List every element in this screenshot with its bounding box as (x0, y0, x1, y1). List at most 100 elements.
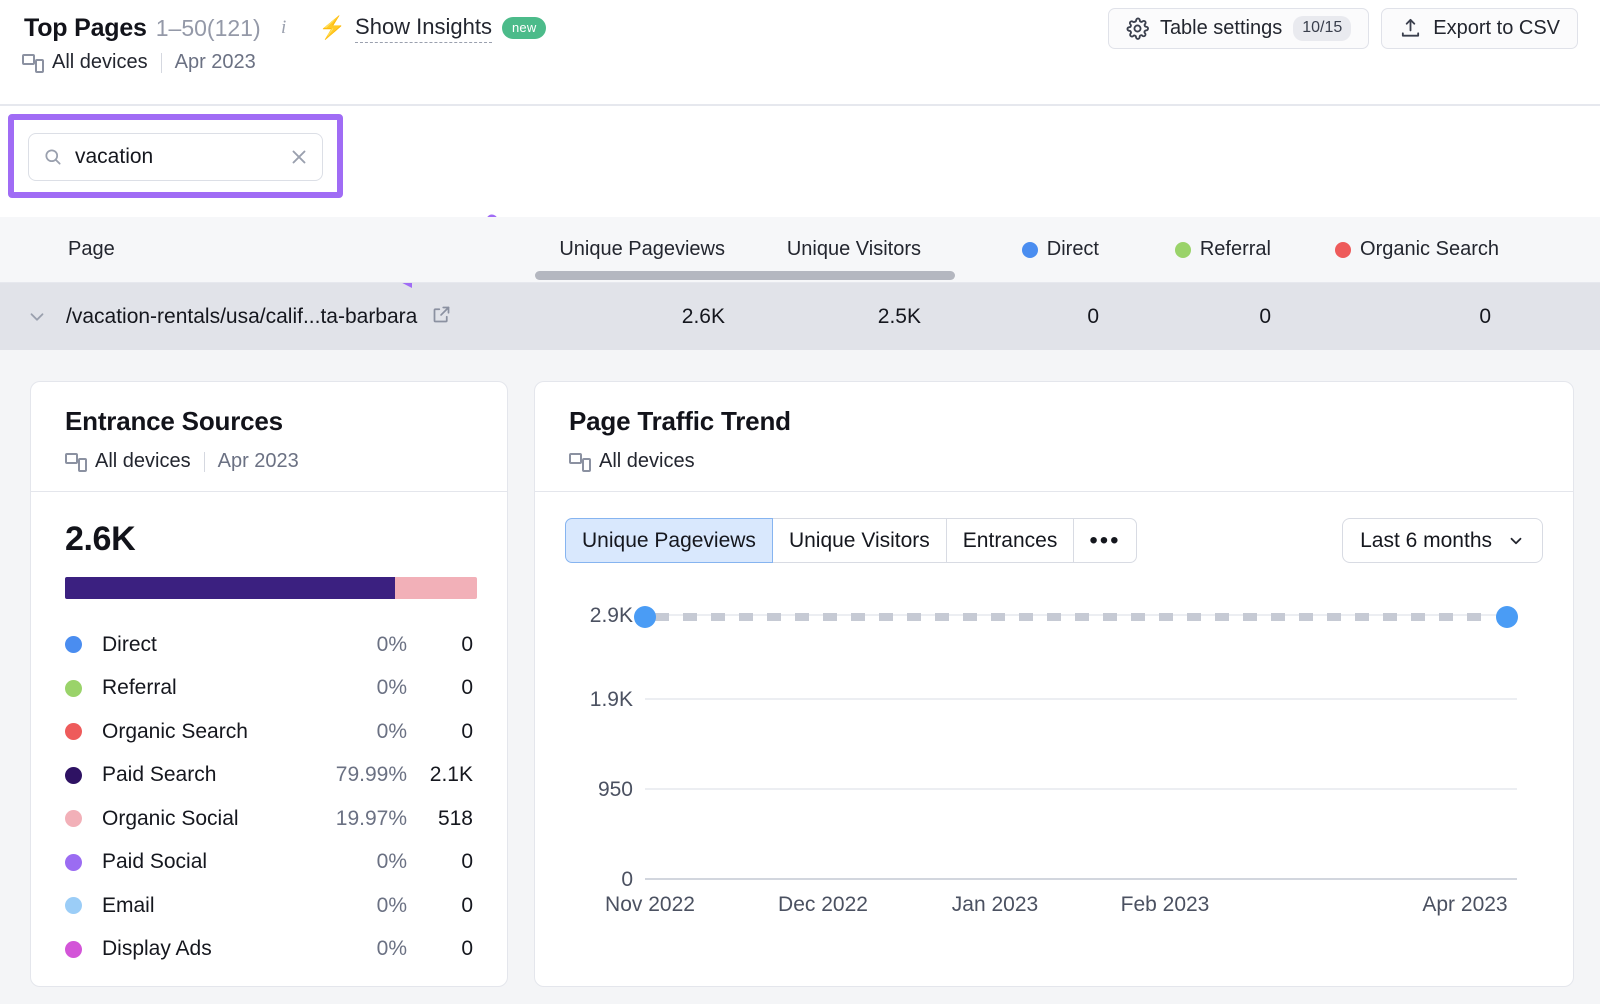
metric-tabs: Unique Pageviews Unique Visitors Entranc… (565, 518, 1137, 563)
show-insights-group[interactable]: Show Insights new (355, 14, 547, 43)
column-header-unique-visitors[interactable]: Unique Visitors (731, 238, 927, 261)
list-item[interactable]: Referral 0% 0 (65, 667, 473, 711)
legend-label-referral: Referral (102, 676, 177, 700)
new-badge: new (502, 17, 547, 39)
search-input-container[interactable]: vacation (28, 133, 323, 181)
data-point-marker-end[interactable] (1496, 606, 1518, 628)
trend-device-label[interactable]: All devices (599, 450, 695, 473)
entrance-device-label[interactable]: All devices (95, 450, 191, 473)
legend-value-email: 0 (461, 893, 473, 917)
table-settings-count: 10/15 (1293, 16, 1352, 41)
cell-referral: 0 (1259, 304, 1271, 328)
device-filter-label[interactable]: All devices (52, 51, 148, 74)
column-header-organic-search-label: Organic Search (1360, 238, 1499, 260)
legend-value-paid-search: 2.1K (429, 763, 473, 787)
legend-value-referral: 0 (461, 676, 473, 700)
x-tick-label: Jan 2023 (952, 893, 1038, 916)
legend-label-organic-social: Organic Social (102, 806, 239, 830)
divider (160, 52, 162, 73)
tab-entrances[interactable]: Entrances (945, 518, 1075, 563)
external-link-icon[interactable] (431, 304, 452, 330)
legend-dot-email (65, 897, 82, 915)
devices-icon (65, 452, 87, 472)
column-header-direct[interactable]: Direct (927, 238, 1099, 261)
table-header: Page Unique Pageviews Unique Visitors Di… (0, 217, 1600, 283)
legend-pct-display-ads: 0% (376, 937, 407, 961)
list-item[interactable]: Direct 0% 0 (65, 623, 473, 667)
entrance-date-label[interactable]: Apr 2023 (218, 450, 299, 473)
organic-search-color-dot (1335, 241, 1352, 258)
legend-value-organic-social: 518 (437, 806, 473, 830)
period-dropdown-label: Last 6 months (1360, 528, 1492, 552)
tab-more-options[interactable]: ••• (1073, 518, 1137, 563)
entrance-sources-body: 2.6K Direct 0% 0 Referral 0% 0 Organic S… (31, 492, 507, 971)
list-item[interactable]: Organic Social 19.97% 518 (65, 797, 473, 841)
y-tick-label: 2.9K (590, 604, 633, 627)
entrance-legend-list: Direct 0% 0 Referral 0% 0 Organic Search… (65, 623, 473, 971)
header-actions: Table settings 10/15 Export to CSV (1107, 8, 1578, 49)
expand-row-chevron-down-icon[interactable] (22, 306, 52, 328)
legend-pct-organic-search: 0% (376, 719, 407, 743)
list-item[interactable]: Organic Search 0% 0 (65, 710, 473, 754)
info-icon[interactable]: i (275, 17, 293, 38)
x-tick-label: Feb 2023 (1121, 893, 1210, 916)
page-traffic-trend-title: Page Traffic Trend (569, 406, 791, 436)
devices-icon (22, 53, 44, 73)
table-row[interactable]: /vacation-rentals/usa/calif...ta-barbara… (0, 283, 1600, 350)
x-tick-label: Dec 2022 (778, 893, 868, 916)
page-url-label[interactable]: /vacation-rentals/usa/calif...ta-barbara (66, 305, 417, 329)
legend-label-paid-social: Paid Social (102, 850, 208, 874)
list-item[interactable]: Email 0% 0 (65, 884, 473, 928)
horizontal-scrollbar[interactable] (535, 271, 955, 280)
legend-pct-paid-search: 79.99% (335, 763, 407, 787)
list-item[interactable]: Paid Social 0% 0 (65, 841, 473, 885)
legend-value-organic-search: 0 (461, 719, 473, 743)
list-item[interactable]: Paid Search 79.99% 2.1K (65, 754, 473, 798)
lightning-bolt-icon: ⚡ (318, 15, 347, 40)
entrance-sources-card: Entrance Sources All devices Apr 2023 2.… (30, 381, 508, 987)
search-zone: vacation (0, 106, 1600, 288)
chevron-down-icon (1510, 537, 1522, 544)
cell-unique-pageviews: 2.6K (681, 304, 725, 328)
export-csv-label: Export to CSV (1433, 17, 1560, 39)
legend-pct-direct: 0% (376, 632, 407, 656)
legend-dot-referral (65, 679, 82, 697)
column-header-page[interactable]: Page (0, 238, 535, 261)
devices-icon (569, 452, 591, 472)
date-filter-label[interactable]: Apr 2023 (175, 51, 256, 74)
bar-segment-paid-search (65, 577, 395, 599)
divider (203, 451, 205, 472)
column-header-referral[interactable]: Referral (1099, 238, 1271, 261)
result-range: 1–50(121) (155, 14, 261, 41)
cell-organic-search: 0 (1479, 304, 1491, 328)
legend-value-paid-social: 0 (461, 850, 473, 874)
cell-direct: 0 (1087, 304, 1099, 328)
entrance-sources-subheader: All devices Apr 2023 (65, 450, 507, 473)
x-tick-label: Apr 2023 (1422, 893, 1507, 916)
legend-label-paid-search: Paid Search (102, 763, 217, 787)
cell-unique-visitors: 2.5K (877, 304, 921, 328)
column-header-unique-pageviews[interactable]: Unique Pageviews (535, 238, 731, 261)
data-point-marker-start[interactable] (634, 606, 656, 628)
column-header-referral-label: Referral (1199, 238, 1271, 260)
trend-controls: Unique Pageviews Unique Visitors Entranc… (565, 518, 1543, 563)
period-dropdown[interactable]: Last 6 months (1342, 518, 1543, 563)
legend-label-direct: Direct (102, 632, 157, 656)
page-traffic-trend-card: Page Traffic Trend All devices Unique Pa… (534, 381, 1574, 987)
table-settings-button[interactable]: Table settings 10/15 (1107, 8, 1370, 49)
list-item[interactable]: Display Ads 0% 0 (65, 928, 473, 972)
export-csv-button[interactable]: Export to CSV (1381, 8, 1578, 49)
gear-icon (1126, 17, 1149, 40)
chart-svg: 2.9K 1.9K 950 0 Nov 2022 Dec 2022 Jan 20… (590, 604, 1518, 916)
cell-page: /vacation-rentals/usa/calif...ta-barbara (0, 304, 535, 330)
page-title: Top Pages (24, 13, 147, 42)
show-insights-link[interactable]: Show Insights (355, 14, 492, 43)
column-header-organic-search[interactable]: Organic Search (1271, 238, 1499, 261)
page-header: Top Pages 1–50(121) i ⚡ Show Insights ne… (0, 0, 1600, 104)
close-icon[interactable] (288, 146, 310, 168)
column-header-direct-label: Direct (1046, 238, 1099, 260)
legend-label-display-ads: Display Ads (102, 937, 212, 961)
tab-unique-visitors[interactable]: Unique Visitors (771, 518, 947, 563)
search-input[interactable]: vacation (75, 145, 288, 169)
tab-unique-pageviews[interactable]: Unique Pageviews (565, 518, 773, 563)
